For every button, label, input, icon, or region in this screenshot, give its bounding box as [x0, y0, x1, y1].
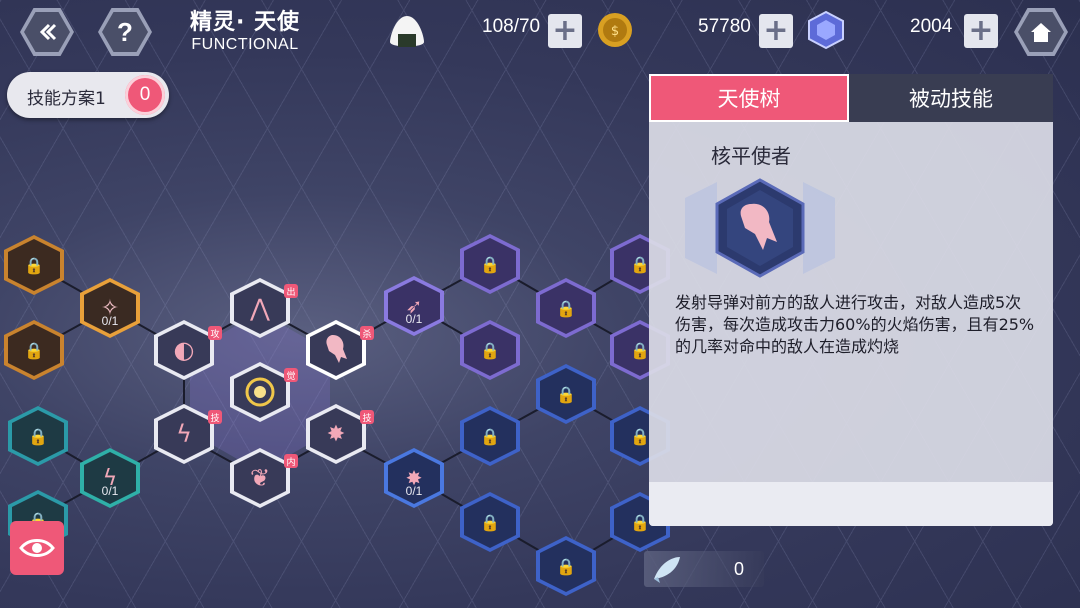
plus-icon: + — [968, 13, 994, 48]
rice-ball-icon — [390, 16, 424, 47]
lock-icon: 🔒 — [480, 340, 500, 360]
panel-footer — [649, 482, 1053, 526]
lock-icon: 🔒 — [480, 512, 500, 532]
view-toggle-button[interactable] — [10, 521, 64, 575]
tab-angel-tree[interactable]: 天使树 — [649, 74, 849, 122]
skill-level: 0/1 — [101, 484, 119, 498]
missile-skill-icon: ✸ — [326, 421, 346, 447]
skill-scheme-selector[interactable]: 技能方案1 0 — [7, 72, 169, 118]
skill-detail-panel: 天使树 被动技能 核平使者 发射导弹对前方的敌人进行攻击，对敌人造成5次伤害，每… — [649, 74, 1053, 526]
strike-skill-icon: ϟ — [176, 420, 192, 448]
lock-icon: 🔒 — [480, 254, 500, 274]
back-button[interactable] — [20, 8, 74, 56]
material-counter: 0 — [644, 551, 764, 591]
top-bar: ? 精灵· 天使 FUNCTIONAL 108/70 + $ 57780 + 2… — [0, 0, 1080, 64]
skill-badge-2: 技 — [360, 410, 374, 424]
gem-icon — [808, 10, 844, 50]
help-button[interactable]: ? — [98, 8, 152, 56]
add-coins-button[interactable]: + — [759, 14, 793, 48]
wing-skill-icon: ⋀ — [250, 294, 270, 322]
scheme-label: 技能方案1 — [27, 89, 106, 109]
lock-icon: 🔒 — [24, 340, 44, 360]
plus-icon: + — [763, 13, 789, 48]
fish-icon — [654, 557, 680, 583]
help-icon: ? — [117, 16, 133, 47]
page-title: 精灵· 天使 FUNCTIONAL — [170, 4, 320, 54]
gems-value: 2004 — [910, 16, 953, 37]
title-en: FUNCTIONAL — [191, 36, 299, 53]
eye-icon — [19, 539, 55, 557]
add-stamina-button[interactable]: + — [548, 14, 582, 48]
skill-level: 0/1 — [405, 312, 423, 326]
kill-badge: 杀 — [360, 326, 374, 340]
lock-icon: 🔒 — [24, 255, 44, 275]
skill-level: 0/1 — [101, 314, 119, 328]
lock-icon: 🔒 — [480, 426, 500, 446]
add-gems-button[interactable]: + — [964, 14, 998, 48]
scheme-points-badge: 0 — [125, 75, 165, 115]
svg-text:$: $ — [611, 24, 619, 39]
blade-skill-icon: ◐ — [173, 336, 195, 364]
lock-icon: 🔒 — [630, 426, 650, 446]
out-badge: 出 — [284, 284, 298, 298]
back-icon — [39, 23, 57, 41]
home-button[interactable] — [1014, 8, 1068, 56]
tab-passive-skills[interactable]: 被动技能 — [849, 74, 1053, 122]
skill-description: 发射导弹对前方的敌人进行攻击，对敌人造成5次伤害，每次造成攻击力60%的火焰伤害… — [675, 293, 1035, 356]
feather-skill-icon: ❦ — [249, 464, 271, 492]
lock-icon: 🔒 — [556, 384, 576, 404]
lock-icon: 🔒 — [28, 426, 48, 446]
coins-value: 57780 — [698, 16, 751, 37]
skill-large-icon — [665, 176, 855, 280]
lock-icon: 🔒 — [630, 512, 650, 532]
skill-detail-body: 核平使者 发射导弹对前方的敌人进行攻击，对敌人造成5次伤害，每次造成攻击力60%… — [649, 122, 1053, 526]
skill-badge: 技 — [208, 410, 222, 424]
material-count: 0 — [734, 559, 745, 579]
plus-icon: + — [552, 13, 578, 48]
skill-level: 0/1 — [405, 484, 423, 498]
awaken-badge: 觉 — [284, 368, 298, 382]
skill-name: 核平使者 — [711, 144, 791, 168]
attack-badge: 攻 — [208, 326, 222, 340]
lock-icon: 🔒 — [630, 254, 650, 274]
lock-icon: 🔒 — [630, 340, 650, 360]
title-cn: 精灵· 天使 — [189, 10, 301, 35]
lock-icon: 🔒 — [556, 556, 576, 576]
stamina-value: 108/70 — [482, 16, 541, 37]
rocket-skill-icon — [326, 335, 347, 363]
golden-core-icon — [245, 377, 275, 407]
home-icon — [1031, 23, 1051, 42]
lock-icon: 🔒 — [556, 298, 576, 318]
coin-icon: $ — [598, 13, 632, 47]
inner-badge: 内 — [284, 454, 298, 468]
